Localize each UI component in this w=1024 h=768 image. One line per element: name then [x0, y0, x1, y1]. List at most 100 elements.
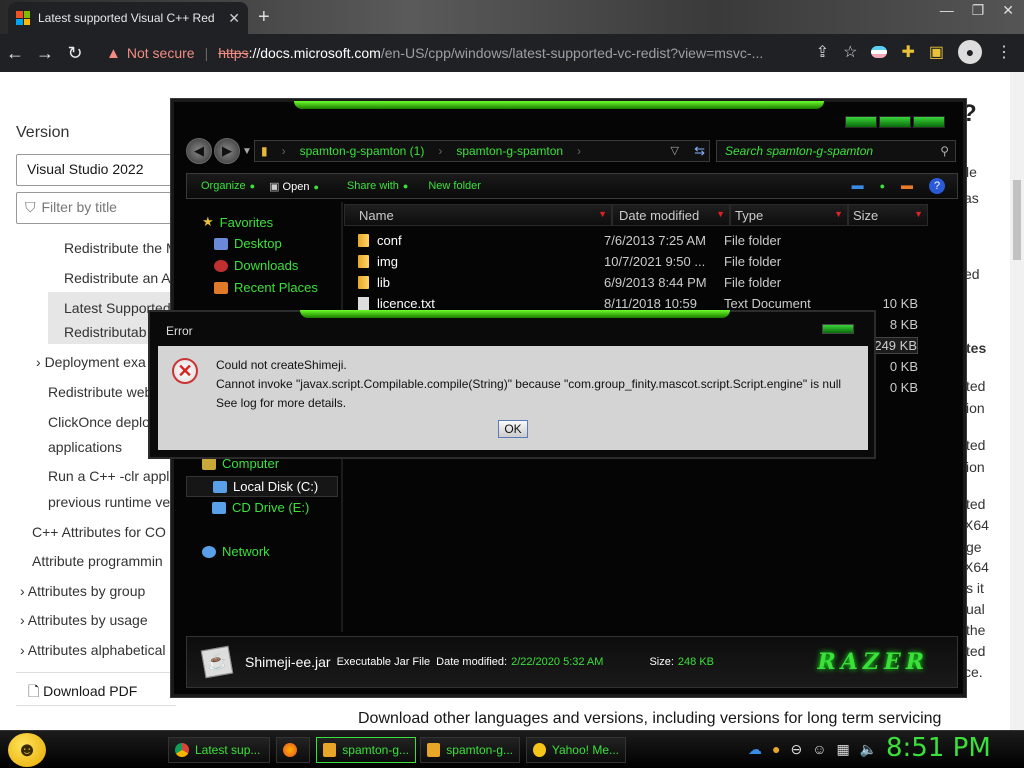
column-header-date[interactable]: Date modified ▼ [612, 204, 730, 226]
taskbar-explorer-2[interactable]: spamton-g... [420, 737, 520, 763]
filter-input[interactable]: ⛉ Filter by title [16, 192, 176, 224]
address-bar[interactable]: ▲ Not secure | https://docs.microsoft.co… [102, 38, 772, 68]
close-window-button[interactable]: ✕ [1002, 2, 1014, 19]
column-header-name[interactable]: Name ▼ [344, 204, 612, 226]
text-fragment: ted [966, 437, 986, 453]
share-icon[interactable]: ⇪ [816, 42, 829, 62]
help-icon[interactable]: ? [929, 178, 945, 194]
page-scrollbar[interactable] [1010, 72, 1024, 730]
dialog-glow-accent [300, 310, 730, 318]
explorer-maximize-button[interactable] [879, 116, 911, 128]
nav-cd-drive[interactable]: CD Drive (E:) [212, 500, 309, 515]
recent-locations-icon[interactable]: ▼ [242, 146, 252, 164]
taskbar-clock[interactable]: 8:51 PM [886, 733, 991, 763]
sidepanel-icon[interactable]: ▣ [929, 42, 944, 62]
new-folder-button[interactable]: New folder [428, 180, 481, 192]
toc-expand-item[interactable]: › Attributes by usage [20, 612, 148, 628]
refresh-icon[interactable]: ⇆ [694, 143, 705, 159]
toc-item[interactable]: Redistribute the M [64, 240, 178, 256]
organize-button[interactable]: Organize ● [201, 180, 255, 192]
tray-app-icon[interactable]: ● [772, 741, 780, 758]
open-button[interactable]: ▣ Open ● [269, 180, 319, 193]
nav-favorites[interactable]: ★ Favorites [202, 214, 273, 230]
profile-avatar-icon[interactable]: ● [958, 40, 982, 64]
breadcrumb-item[interactable]: spamton-g-spamton (1) [300, 144, 425, 158]
explorer-forward-button[interactable]: ▶ [214, 138, 240, 164]
toc-expand-item[interactable]: › Attributes by group [20, 583, 145, 599]
network-tray-icon[interactable]: ▦ [837, 741, 850, 758]
flag-extension-icon[interactable] [871, 46, 888, 58]
download-pdf-link[interactable]: 🗋 Download PDF [16, 672, 176, 706]
explorer-back-button[interactable]: ◀ [186, 138, 212, 164]
column-header-size[interactable]: Size ▼ [848, 204, 928, 226]
views-dot-icon[interactable]: ● [880, 178, 885, 194]
sort-dropdown-icon[interactable]: ▼ [834, 209, 843, 219]
volume-icon[interactable]: 🔈 [860, 741, 877, 758]
toc-expand-item[interactable]: › Attributes alphabetical [20, 642, 166, 658]
cloud-icon[interactable]: ☁ [748, 741, 762, 758]
puzzle-icon[interactable]: ✚ [901, 42, 914, 62]
text-fragment: tes [966, 340, 987, 356]
toc-item[interactable]: applications [48, 439, 122, 455]
breadcrumb-item[interactable]: spamton-g-spamton [456, 144, 563, 158]
explorer-address-bar[interactable]: ▮ › spamton-g-spamton (1) › spamton-g-sp… [254, 140, 710, 162]
start-button-smiley-icon[interactable]: ☻ [8, 733, 46, 767]
minus-circle-icon[interactable]: ⊖ [790, 741, 802, 758]
ok-button[interactable]: OK [498, 420, 528, 438]
explorer-close-button[interactable] [913, 116, 945, 128]
toc-expand-item[interactable]: › Deployment exa [36, 354, 146, 370]
url-text[interactable]: https://docs.microsoft.com/en-US/cpp/win… [218, 45, 763, 61]
nav-downloads[interactable]: Downloads [214, 258, 298, 273]
new-tab-button[interactable]: + [258, 6, 270, 29]
warning-icon: ▲ [106, 44, 121, 62]
scrollbar-thumb[interactable] [1013, 180, 1021, 260]
version-select[interactable]: Visual Studio 2022 [16, 154, 176, 186]
toc-item[interactable]: C++ Attributes for CO [32, 524, 166, 540]
taskbar-explorer-1[interactable]: spamton-g... [316, 737, 416, 763]
file-date-cell: 6/9/2013 8:44 PM [604, 275, 707, 290]
sort-dropdown-icon[interactable]: ▼ [716, 209, 725, 219]
views-icon[interactable]: ▬ [852, 178, 864, 194]
column-header-type[interactable]: Type ▼ [730, 204, 848, 226]
sort-dropdown-icon[interactable]: ▼ [914, 209, 923, 219]
explorer-minimize-button[interactable] [845, 116, 877, 128]
smiley-tray-icon[interactable]: ☺ [812, 741, 826, 758]
file-date-cell: 7/6/2013 7:25 AM [604, 233, 706, 248]
address-dropdown-icon[interactable]: ▽ [671, 144, 679, 157]
error-close-button[interactable] [822, 324, 854, 334]
minimize-button[interactable]: — [940, 2, 954, 19]
toc-item[interactable]: Redistribute web [48, 384, 152, 400]
tab-docs[interactable]: Latest supported Visual C++ Red ✕ [8, 2, 248, 34]
bookmark-star-icon[interactable]: ☆ [843, 42, 857, 62]
toc-item[interactable]: ClickOnce deplo [48, 414, 150, 430]
menu-icon[interactable]: ⋮ [996, 42, 1012, 62]
nav-desktop[interactable]: Desktop [214, 236, 282, 251]
file-row[interactable]: lib 6/9/2013 8:44 PM File folder [344, 272, 944, 293]
taskbar-firefox[interactable] [276, 737, 310, 763]
toc-item[interactable]: Attribute programmin [32, 553, 163, 569]
search-icon[interactable]: ⚲ [940, 144, 949, 158]
explorer-search-input[interactable]: Search spamton-g-spamton ⚲ [716, 140, 956, 162]
file-row[interactable]: img 10/7/2021 9:50 ... File folder [344, 251, 944, 272]
taskbar: ☻ Latest sup... spamton-g... spamton-g..… [0, 730, 1024, 768]
sort-dropdown-icon[interactable]: ▼ [598, 209, 607, 219]
file-row[interactable]: conf 7/6/2013 7:25 AM File folder [344, 230, 944, 251]
nav-network[interactable]: Network [202, 544, 270, 559]
back-button[interactable]: ← [0, 43, 30, 64]
share-with-button[interactable]: Share with ● [347, 180, 408, 192]
toc-item[interactable]: Redistribute an AT [64, 270, 178, 286]
toc-item[interactable]: Run a C++ -clr appl [48, 468, 169, 484]
file-date-cell: 8/11/2018 10:59 [604, 296, 698, 311]
maximize-button[interactable]: ❐ [972, 2, 985, 19]
close-tab-icon[interactable]: ✕ [228, 10, 240, 27]
not-secure-label[interactable]: Not secure [127, 45, 195, 61]
forward-button[interactable]: → [30, 43, 60, 64]
text-fragment: s it [966, 580, 984, 596]
preview-pane-icon[interactable]: ▬ [901, 178, 913, 194]
reload-button[interactable]: ↻ [60, 43, 90, 64]
toc-item[interactable]: previous runtime ve [48, 494, 170, 510]
taskbar-yahoo[interactable]: Yahoo! Me... [526, 737, 626, 763]
nav-recent-places[interactable]: Recent Places [214, 280, 318, 295]
taskbar-chrome[interactable]: Latest sup... [168, 737, 270, 763]
nav-local-disk[interactable]: Local Disk (C:) [186, 476, 338, 497]
